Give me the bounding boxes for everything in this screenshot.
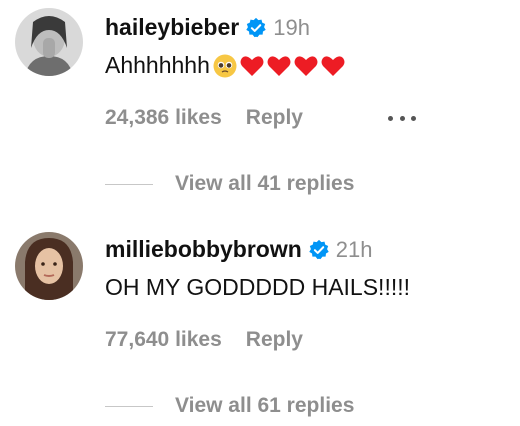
comment-text-content: OH MY GODDDDD HAILS!!!!! — [105, 274, 411, 300]
divider-line — [105, 405, 153, 407]
timestamp: 19h — [273, 14, 310, 40]
red-heart-icon — [239, 53, 265, 79]
more-options-icon[interactable] — [388, 108, 416, 128]
comment-text-content: Ahhhhhhh — [105, 52, 210, 78]
red-heart-icon — [320, 53, 346, 79]
comment-text: Ahhhhhhh — [105, 52, 347, 79]
username[interactable]: haileybieber — [105, 14, 239, 41]
reply-button[interactable]: Reply — [246, 106, 303, 130]
reply-button[interactable]: Reply — [246, 328, 303, 352]
likes-count[interactable]: 24,386 likes — [105, 106, 222, 130]
view-replies-button[interactable]: View all 41 replies — [105, 172, 354, 196]
comment-header: haileybieber 19h — [105, 14, 310, 41]
red-heart-icon — [293, 53, 319, 79]
pleading-face-icon — [212, 53, 238, 79]
divider-line — [105, 183, 153, 185]
username[interactable]: milliebobbybrown — [105, 236, 302, 263]
emoji-group — [212, 53, 347, 79]
red-heart-icon — [266, 53, 292, 79]
view-replies-button[interactable]: View all 61 replies — [105, 394, 354, 418]
comment-actions: 77,640 likes Reply — [105, 328, 303, 352]
avatar-milliebobbybrown[interactable] — [15, 232, 83, 300]
view-replies-label: View all 61 replies — [175, 394, 355, 417]
view-replies-label: View all 41 replies — [175, 172, 355, 195]
verified-badge-icon — [308, 239, 330, 261]
comment-header: milliebobbybrown 21h — [105, 236, 373, 263]
likes-count[interactable]: 77,640 likes — [105, 328, 222, 352]
avatar-haileybieber[interactable] — [15, 8, 83, 76]
comment-text: OH MY GODDDDD HAILS!!!!! — [105, 274, 410, 301]
verified-badge-icon — [245, 17, 267, 39]
comment-actions: 24,386 likes Reply — [105, 106, 303, 130]
timestamp: 21h — [335, 236, 373, 262]
